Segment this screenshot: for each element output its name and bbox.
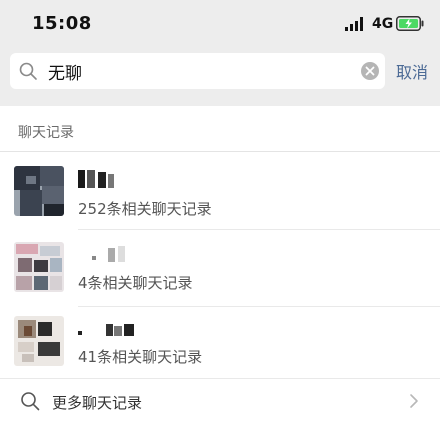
- result-item[interactable]: 252条相关聊天记录: [0, 152, 440, 230]
- clear-icon[interactable]: [360, 61, 380, 81]
- search-bar: 取消: [0, 52, 440, 106]
- section-title: 聊天记录: [18, 125, 74, 141]
- group-avatar: [14, 242, 64, 292]
- search-input[interactable]: [48, 57, 348, 85]
- group-avatar: [14, 316, 64, 366]
- search-box[interactable]: [10, 53, 385, 89]
- network-type: 4G: [372, 16, 394, 32]
- match-count: 252条相关聊天记录: [78, 200, 212, 218]
- more-chat-records-label: 更多聊天记录: [52, 394, 143, 412]
- cancel-button[interactable]: 取消: [396, 59, 428, 83]
- chevron-right-icon: [410, 394, 418, 408]
- result-item[interactable]: 41条相关聊天记录: [0, 308, 440, 386]
- name-redacted: [92, 246, 125, 262]
- signal-icon: [345, 17, 363, 31]
- search-icon: [21, 392, 40, 411]
- group-avatar: [14, 166, 64, 216]
- match-count: 41条相关聊天记录: [78, 348, 203, 366]
- battery-charging-icon: [396, 16, 424, 31]
- divider: [0, 378, 440, 379]
- divider: [78, 306, 440, 307]
- name-redacted: [78, 324, 134, 336]
- result-item[interactable]: 4条相关聊天记录: [0, 230, 440, 308]
- more-chat-records-row[interactable]: 更多聊天记录: [0, 385, 440, 421]
- status-time: 15:08: [32, 13, 92, 34]
- search-icon: [19, 62, 37, 80]
- match-count: 4条相关聊天记录: [78, 274, 193, 292]
- name-redacted: [78, 170, 114, 188]
- status-bar: 15:08 4G: [0, 0, 440, 52]
